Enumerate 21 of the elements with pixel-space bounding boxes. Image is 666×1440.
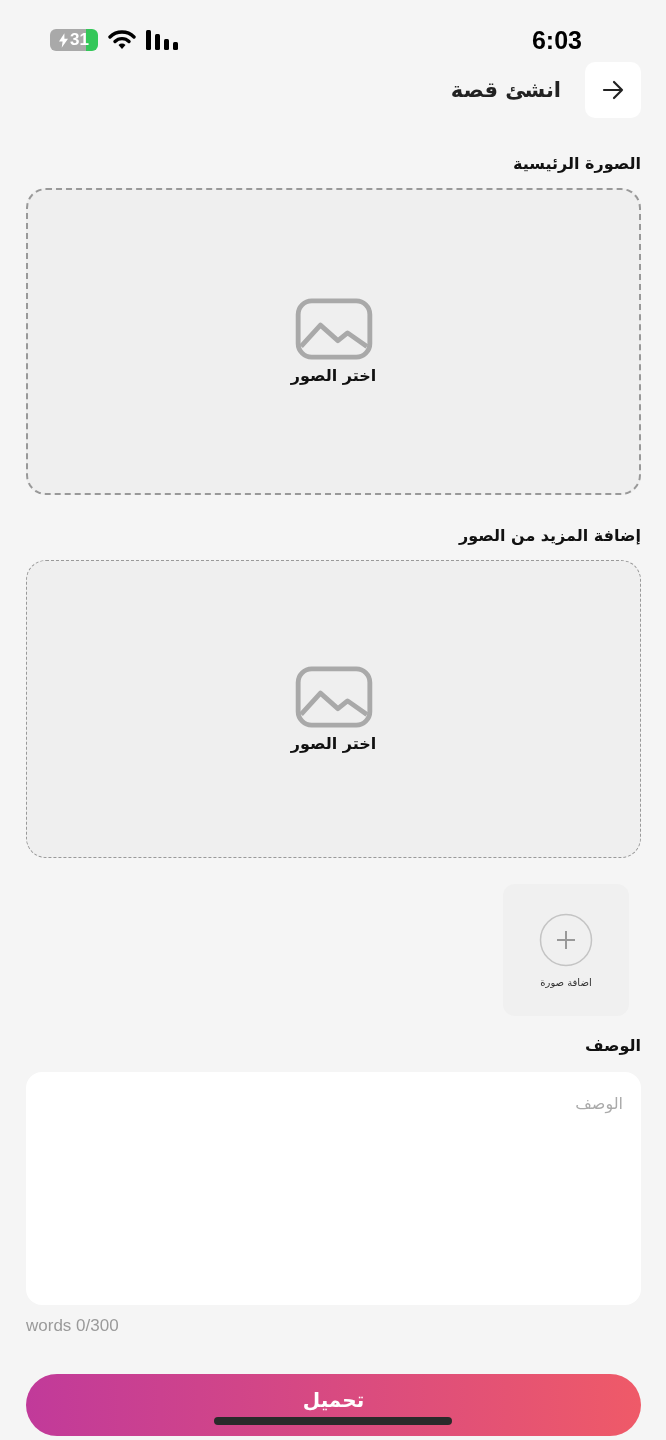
description-field[interactable]: الوصف (26, 1072, 641, 1305)
section-label: الوصف (583, 1036, 641, 1057)
word-counter: words 0/300 (26, 1316, 120, 1336)
clock-time: 6:03 (531, 25, 582, 55)
wifi-icon (108, 30, 136, 50)
arrow-icon (601, 78, 625, 102)
dropzone-text: اختر الصور (290, 733, 377, 753)
back-button[interactable] (585, 62, 641, 118)
section-label: إضافة المزيد من الصور (457, 526, 641, 547)
image-icon (294, 665, 373, 728)
image-dropzone[interactable]: اختر الصور (26, 560, 641, 858)
page-title: انشئ قصة (450, 78, 561, 102)
upload-button[interactable]: تحميل (26, 1374, 641, 1436)
charging-icon (59, 32, 69, 48)
image-icon (294, 298, 373, 360)
add-image-button[interactable]: اضافة صورة (503, 884, 629, 1016)
signal-icon (146, 30, 180, 50)
image-dropzone[interactable]: اختر الصور (26, 188, 641, 495)
section-label: الصورة الرئيسية (512, 154, 641, 175)
dropzone-text: اختر الصور (290, 366, 377, 385)
plus-icon (539, 912, 593, 967)
